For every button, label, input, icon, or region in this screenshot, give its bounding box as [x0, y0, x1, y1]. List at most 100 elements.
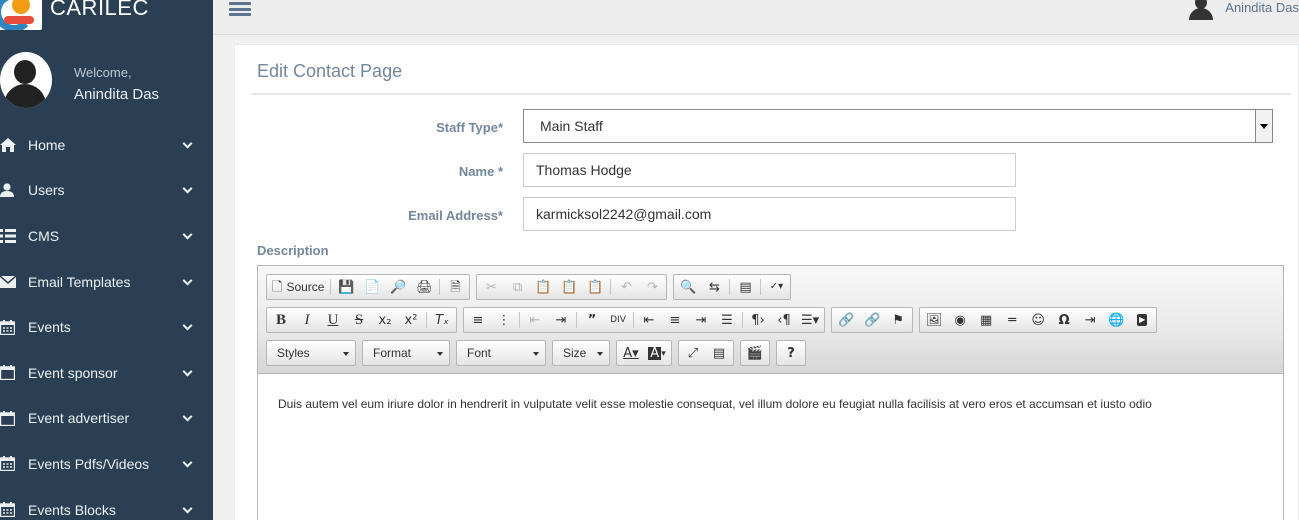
superscript-icon: x²: [404, 312, 418, 328]
blockquote-button[interactable]: ”: [579, 308, 605, 332]
redo-button[interactable]: ↷: [639, 275, 665, 299]
paste-text-button[interactable]: 📋: [556, 275, 582, 299]
outdent-button[interactable]: ⇤: [522, 308, 548, 332]
underline-button[interactable]: U: [320, 308, 346, 332]
sidebar-item-events-pdfs-videos[interactable]: Events Pdfs/Videos: [0, 441, 213, 487]
editor-content-area[interactable]: Duis autem vel eum iriure dolor in hendr…: [258, 374, 1283, 520]
maximize-button[interactable]: ⤢: [680, 341, 706, 365]
format-dropdown-label: Format: [373, 346, 412, 360]
calendar-icon: [0, 319, 20, 335]
sidebar-item-email-templates[interactable]: Email Templates: [0, 259, 213, 305]
help-icon: ?: [787, 345, 795, 361]
youtube-button[interactable]: ▶: [1129, 308, 1155, 332]
subscript-button[interactable]: x₂: [372, 308, 398, 332]
horizontal-rule-button[interactable]: ═: [999, 308, 1025, 332]
toolbar-group-tools: ⤢ ▤: [678, 340, 734, 366]
align-center-button[interactable]: ≡: [662, 308, 688, 332]
print-button[interactable]: 🖨: [411, 275, 437, 299]
chevron-down-icon[interactable]: [1255, 110, 1272, 142]
flag-icon: ⚑: [892, 312, 905, 328]
paste-word-button[interactable]: 📋: [582, 275, 608, 299]
chevron-down-icon: [182, 275, 193, 286]
format-dropdown[interactable]: Format: [362, 340, 450, 366]
font-dropdown[interactable]: Font: [456, 340, 546, 366]
toolbar-group-paragraph: ≡ ⋮ ⇤ ⇥ ” DIV ⇤ ≡ ⇥ ☰ ¶› ‹¶ ☰▾: [463, 307, 826, 333]
smiley-button[interactable]: ☺: [1025, 308, 1051, 332]
align-right-button[interactable]: ⇥: [688, 308, 714, 332]
numbered-list-button[interactable]: ≡: [465, 308, 491, 332]
sidebar-item-event-advertiser[interactable]: Event advertiser: [0, 396, 213, 442]
styles-dropdown[interactable]: Styles: [266, 340, 356, 366]
remove-format-button[interactable]: Tₓ: [429, 308, 455, 332]
spellcheck-button[interactable]: ✓▾: [763, 275, 789, 299]
bold-button[interactable]: B: [268, 308, 294, 332]
top-username: Anindita Das: [1225, 0, 1299, 15]
italic-icon: I: [304, 311, 310, 328]
image-button[interactable]: 🖼: [921, 308, 947, 332]
templates-button[interactable]: 🗎: [442, 275, 468, 299]
help-button[interactable]: ?: [778, 341, 804, 365]
user-menu[interactable]: Anindita Das: [1188, 0, 1299, 20]
flash-button[interactable]: ◉: [947, 308, 973, 332]
strike-button[interactable]: S: [346, 308, 372, 332]
avatar: [0, 52, 52, 108]
special-char-button[interactable]: Ω: [1051, 308, 1077, 332]
preview-button[interactable]: 🔎: [385, 275, 411, 299]
name-input[interactable]: Thomas Hodge: [523, 153, 1016, 187]
link-button[interactable]: 🔗: [833, 308, 859, 332]
ltr-button[interactable]: ¶›: [745, 308, 771, 332]
create-div-button[interactable]: DIV: [605, 308, 631, 332]
text-color-button[interactable]: A▾: [618, 341, 644, 365]
staff-type-select[interactable]: Main Staff: [523, 109, 1273, 143]
find-button[interactable]: 🔍: [675, 275, 701, 299]
preview-icon: 🔎: [390, 279, 407, 295]
unlink-icon: 🔗: [864, 312, 881, 328]
profile-username: Anindita Das: [74, 86, 160, 103]
replace-button[interactable]: ⇆: [701, 275, 727, 299]
sidebar-item-event-sponsor[interactable]: Event sponsor: [0, 350, 213, 396]
bulleted-list-button[interactable]: ⋮: [491, 308, 517, 332]
table-button[interactable]: ▦: [973, 308, 999, 332]
globe-icon: 🌐: [1108, 312, 1125, 328]
page-title: Edit Contact Page: [257, 61, 403, 81]
sidebar-item-cms[interactable]: CMS: [0, 213, 213, 259]
size-dropdown[interactable]: Size: [552, 340, 610, 366]
toolbar-row-1: 🗋 Source 💾 📄 🔎 🖨 🗎 ✂ ⧉ 📋 📋 📋 ↶ ↷ 🔍 ⇆ ▤ ✓…: [266, 273, 797, 301]
select-all-button[interactable]: ▤: [732, 275, 758, 299]
omega-icon: Ω: [1058, 312, 1070, 328]
paste-button[interactable]: 📋: [530, 275, 556, 299]
menu-toggle-icon[interactable]: [229, 2, 251, 16]
save-button[interactable]: 💾: [333, 275, 359, 299]
page-break-button[interactable]: ⇥: [1077, 308, 1103, 332]
cut-button[interactable]: ✂: [478, 275, 504, 299]
sidebar-item-home[interactable]: Home: [0, 122, 213, 168]
undo-button[interactable]: ↶: [613, 275, 639, 299]
bg-color-button[interactable]: A ▾: [644, 341, 670, 365]
chevron-down-icon: [182, 457, 193, 468]
language-button[interactable]: ☰▾: [797, 308, 823, 332]
staff-type-value: Main Staff: [540, 118, 603, 134]
rtl-button[interactable]: ‹¶: [771, 308, 797, 332]
sidebar-item-events-blocks[interactable]: Events Blocks: [0, 487, 213, 520]
brand-logo[interactable]: CARILEC: [0, 0, 149, 30]
video-button[interactable]: 🎬: [742, 341, 768, 365]
copy-button[interactable]: ⧉: [504, 275, 530, 299]
email-input[interactable]: karmicksol2242@gmail.com: [523, 197, 1016, 231]
iframe-button[interactable]: 🌐: [1103, 308, 1129, 332]
sidebar-item-users[interactable]: Users: [0, 168, 213, 214]
toolbar-group-insert: 🖼 ◉ ▦ ═ ☺ Ω ⇥ 🌐 ▶: [919, 307, 1158, 333]
source-button[interactable]: 🗋 Source: [268, 275, 328, 299]
chevron-down-icon: [182, 184, 193, 194]
show-blocks-button[interactable]: ▤: [706, 341, 732, 365]
unlink-button[interactable]: 🔗: [859, 308, 885, 332]
email-label: Email Address*: [408, 208, 503, 223]
italic-button[interactable]: I: [294, 308, 320, 332]
sidebar-item-events[interactable]: Events: [0, 304, 213, 350]
anchor-button[interactable]: ⚑: [885, 308, 911, 332]
new-page-button[interactable]: 📄: [359, 275, 385, 299]
superscript-button[interactable]: x²: [398, 308, 424, 332]
justify-button[interactable]: ☰: [714, 308, 740, 332]
maximize-icon: ⤢: [687, 345, 699, 361]
indent-button[interactable]: ⇥: [548, 308, 574, 332]
align-left-button[interactable]: ⇤: [636, 308, 662, 332]
